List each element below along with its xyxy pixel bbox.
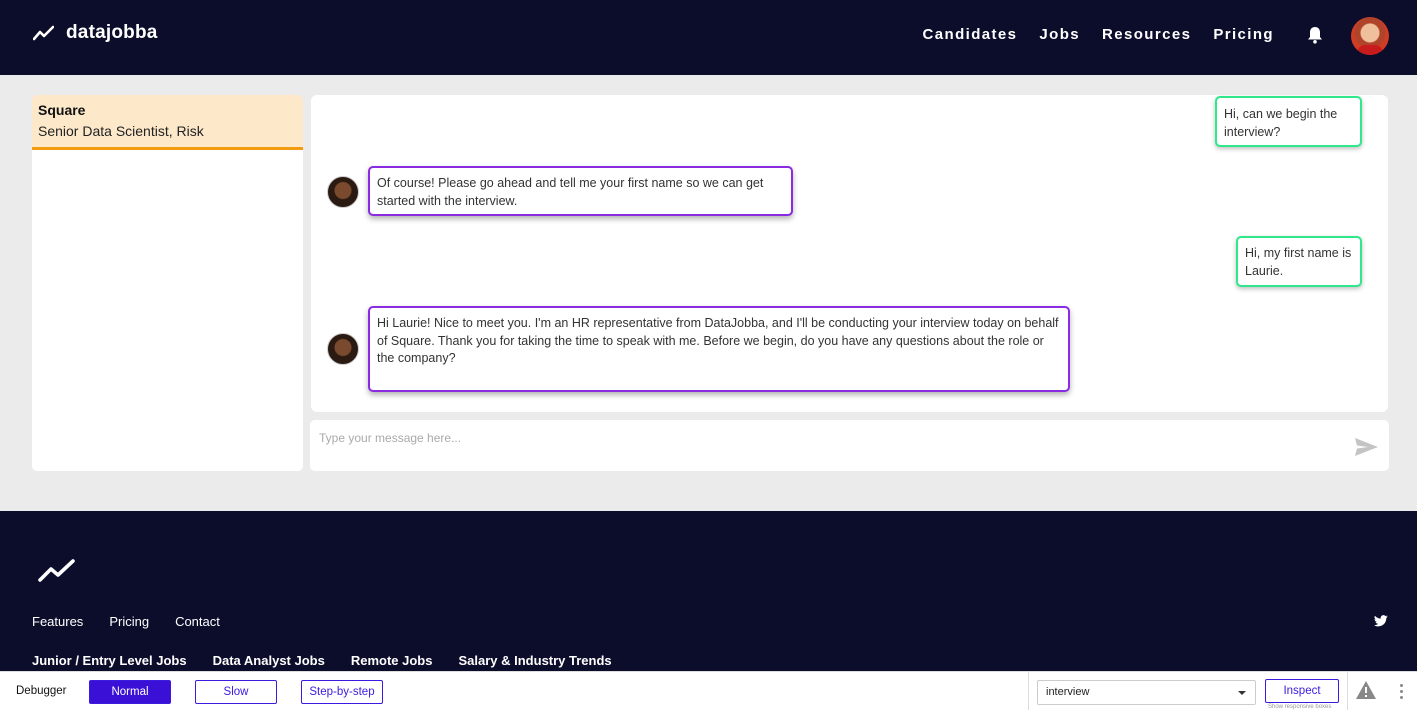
- bot-message: Of course! Please go ahead and tell me y…: [368, 166, 793, 216]
- footer-link-analyst-jobs[interactable]: Data Analyst Jobs: [213, 653, 325, 668]
- nav-resources[interactable]: Resources: [1102, 26, 1191, 43]
- footer-link-junior-jobs[interactable]: Junior / Entry Level Jobs: [32, 653, 187, 668]
- more-vertical-icon[interactable]: [1400, 684, 1404, 700]
- footer-job-links: Junior / Entry Level Jobs Data Analyst J…: [32, 653, 612, 668]
- send-icon[interactable]: [1354, 437, 1379, 457]
- user-message: Hi, my first name is Laurie.: [1236, 236, 1362, 287]
- message-composer: [310, 420, 1389, 471]
- element-select-value: interview: [1046, 686, 1090, 698]
- bot-avatar: [327, 333, 359, 365]
- nav-candidates[interactable]: Candidates: [923, 26, 1018, 43]
- footer-link-salary-trends[interactable]: Salary & Industry Trends: [458, 653, 611, 668]
- main-nav: Candidates Jobs Resources Pricing: [923, 26, 1274, 43]
- bot-message: Hi Laurie! Nice to meet you. I'm an HR r…: [368, 306, 1070, 392]
- user-message: Hi, can we begin the interview?: [1215, 96, 1362, 147]
- debugger-bar: Debugger Normal Slow Step-by-step interv…: [0, 671, 1417, 710]
- footer: Features Pricing Contact Junior / Entry …: [0, 511, 1417, 671]
- mode-normal-button[interactable]: Normal: [89, 680, 171, 704]
- bot-avatar: [327, 176, 359, 208]
- element-select[interactable]: interview: [1037, 680, 1256, 705]
- brand-name: datajobba: [66, 22, 158, 43]
- top-navbar: datajobba Candidates Jobs Resources Pric…: [0, 0, 1417, 75]
- user-avatar[interactable]: [1351, 17, 1389, 55]
- footer-links: Features Pricing Contact: [32, 614, 220, 629]
- divider: [1347, 672, 1348, 710]
- job-list: Square Senior Data Scientist, Risk: [32, 95, 303, 471]
- debugger-label: Debugger: [16, 685, 67, 697]
- nav-jobs[interactable]: Jobs: [1039, 26, 1080, 43]
- inspect-button[interactable]: Inspect: [1265, 679, 1339, 703]
- twitter-icon[interactable]: [1374, 615, 1388, 627]
- mode-step-button[interactable]: Step-by-step: [301, 680, 383, 704]
- brand-logo[interactable]: datajobba: [33, 22, 158, 44]
- trend-line-icon: [38, 559, 75, 582]
- warning-icon[interactable]: [1355, 680, 1377, 700]
- footer-link-pricing[interactable]: Pricing: [109, 614, 149, 629]
- mode-slow-button[interactable]: Slow: [195, 680, 277, 704]
- job-item-active[interactable]: Square Senior Data Scientist, Risk: [32, 95, 303, 150]
- bell-icon[interactable]: [1307, 26, 1323, 44]
- footer-link-contact[interactable]: Contact: [175, 614, 220, 629]
- divider: [1028, 672, 1029, 710]
- nav-pricing[interactable]: Pricing: [1213, 26, 1274, 43]
- job-title: Senior Data Scientist, Risk: [38, 123, 204, 139]
- inspect-hint: Show responsive boxes: [1268, 704, 1332, 710]
- chevron-down-icon: [1238, 691, 1246, 695]
- message-input[interactable]: [319, 428, 1329, 448]
- trend-line-icon: [33, 25, 54, 41]
- footer-link-remote-jobs[interactable]: Remote Jobs: [351, 653, 433, 668]
- job-company: Square: [38, 102, 86, 118]
- chat-panel[interactable]: Hi, can we begin the interview? Of cours…: [311, 95, 1388, 412]
- footer-link-features[interactable]: Features: [32, 614, 83, 629]
